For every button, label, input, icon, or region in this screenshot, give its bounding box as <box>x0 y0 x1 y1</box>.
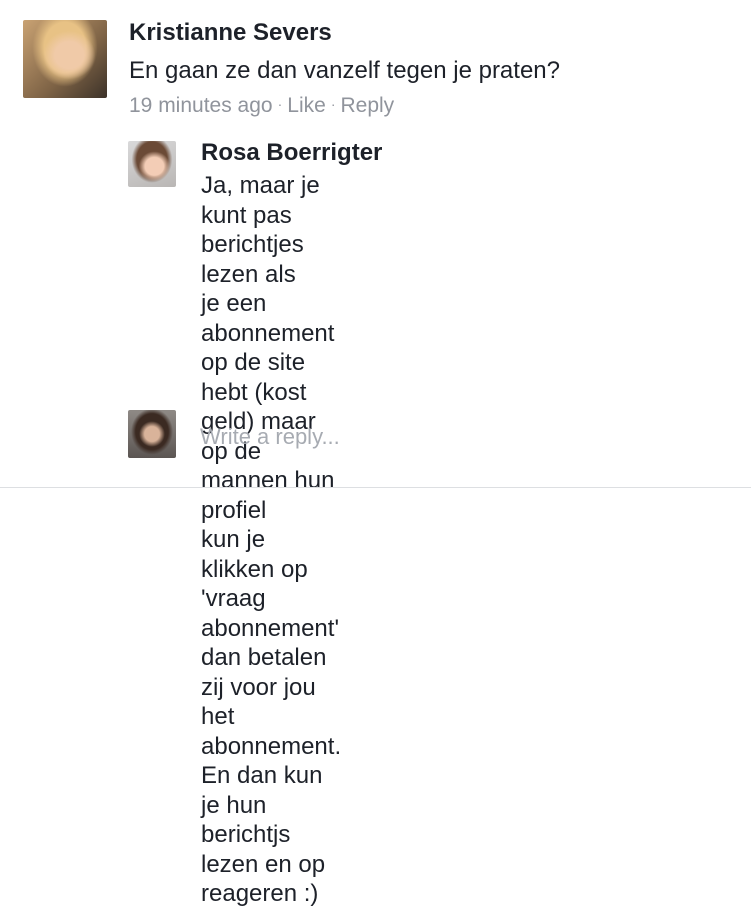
avatar[interactable] <box>128 141 176 187</box>
reply-text-line: reageren :) <box>201 880 319 907</box>
like-link[interactable]: Like <box>287 94 326 117</box>
separator: · <box>277 96 283 112</box>
comment-author[interactable]: Kristianne Severs <box>129 19 332 47</box>
comment-meta: 19 minutes ago · Like · Reply <box>129 91 394 119</box>
avatar <box>128 410 176 458</box>
separator: · <box>330 96 336 112</box>
avatar[interactable] <box>23 20 107 98</box>
comment-text: En gaan ze dan vanzelf tegen je praten? <box>129 57 560 84</box>
reply-text-line: dan betalen zij voor jou het abonnement. <box>201 644 342 760</box>
reply-text-line: kun je klikken op 'vraag abonnement' <box>201 526 340 642</box>
reply-text: Ja, maar je kunt pas berichtjes lezen al… <box>201 171 341 909</box>
comment-timestamp[interactable]: 19 minutes ago <box>129 94 273 117</box>
divider <box>0 487 751 488</box>
reply-text-line: Ja, maar je kunt pas berichtjes lezen al… <box>201 172 320 288</box>
reply-author[interactable]: Rosa Boerrigter <box>201 139 382 167</box>
reply-text-line: je een abonnement op de site hebt (kost <box>201 290 335 406</box>
reply-text-line: En dan kun je hun berichtjs lezen en op <box>201 762 326 878</box>
reply-input[interactable] <box>200 422 720 452</box>
reply-link[interactable]: Reply <box>340 94 394 117</box>
